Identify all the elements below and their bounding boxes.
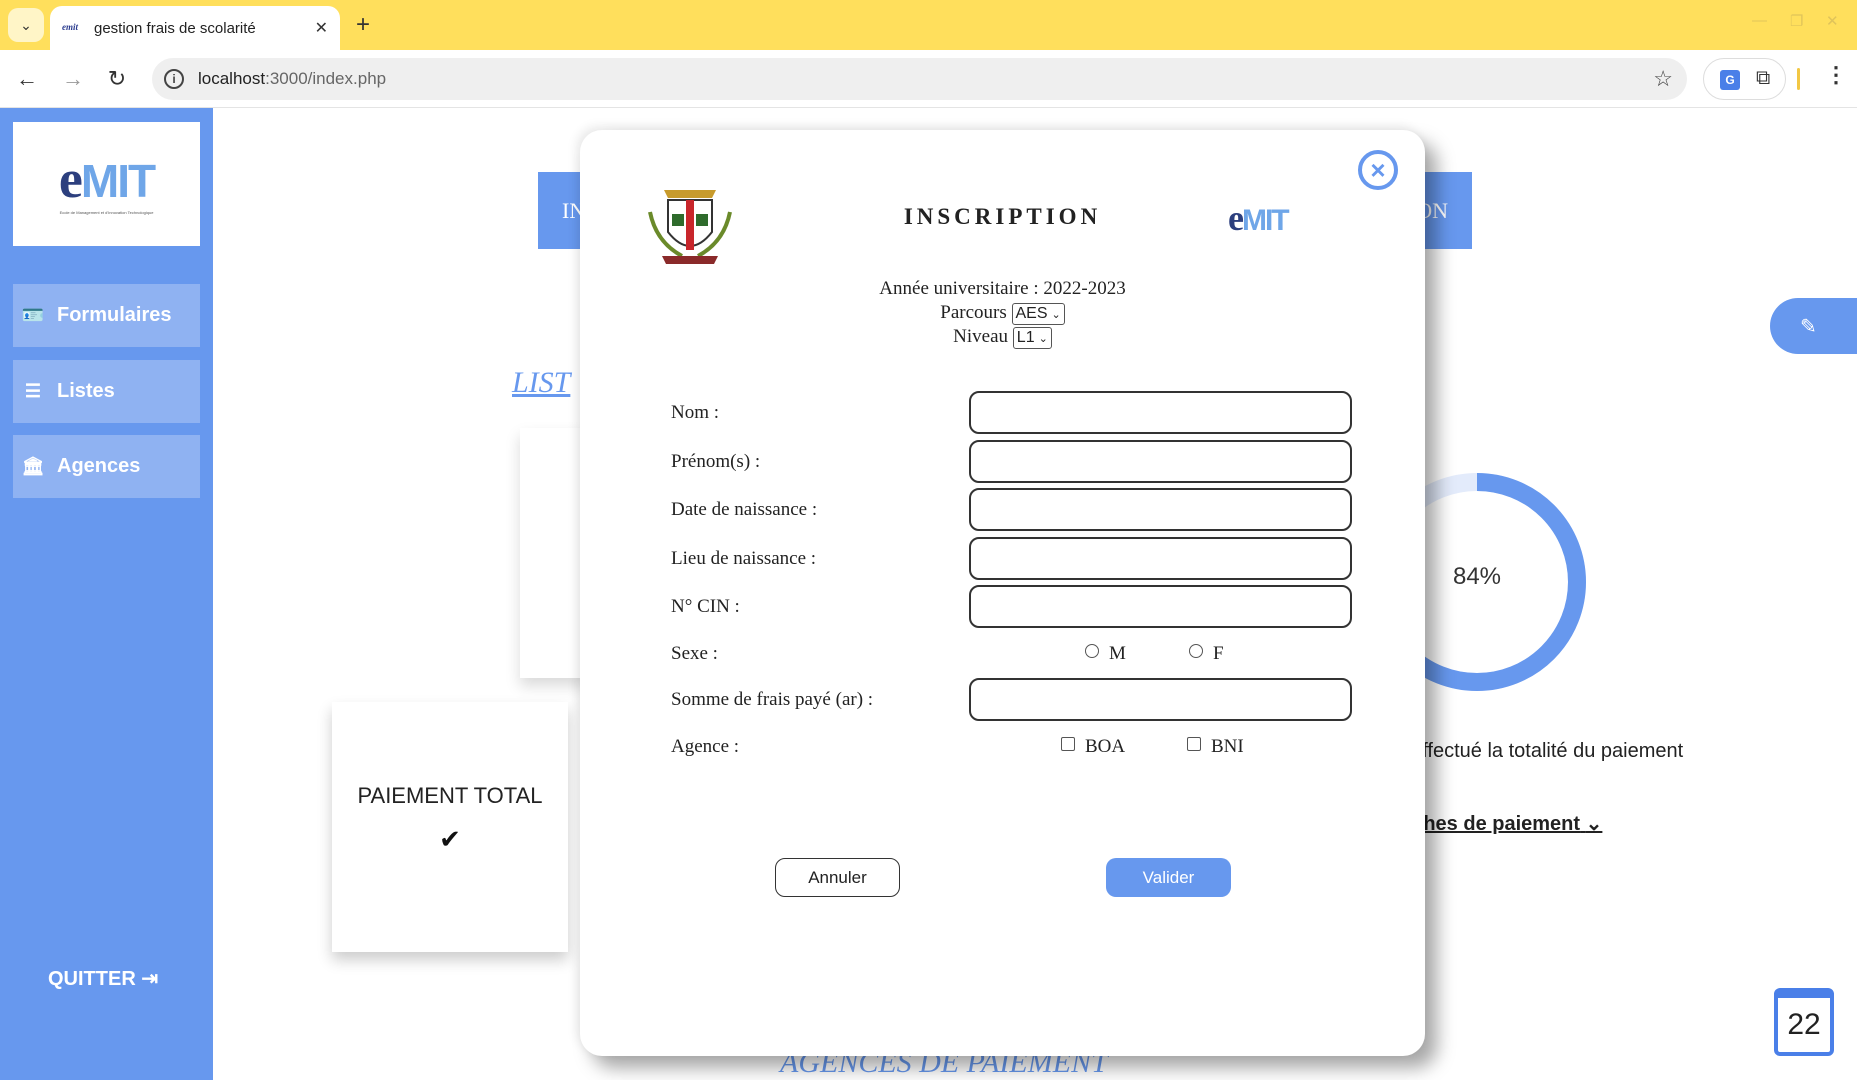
- submit-button[interactable]: Valider: [1106, 858, 1231, 897]
- quit-button[interactable]: QUITTER ⇥: [48, 966, 158, 991]
- nom-input[interactable]: [969, 391, 1352, 434]
- sexe-label: Sexe :: [671, 643, 718, 664]
- chevron-down-icon: ⌄: [1585, 813, 1603, 835]
- niveau-select[interactable]: L1 ⌄: [1012, 326, 1052, 349]
- minimize-icon[interactable]: —: [1752, 12, 1767, 29]
- pencil-icon: ✎: [1800, 315, 1817, 338]
- paiement-total-card[interactable]: PAIEMENT TOTAL ✔: [332, 702, 568, 952]
- browser-toolbar: ← → ↻ i localhost:3000/index.php ☆ G ⧉ ⋮: [0, 50, 1857, 108]
- agence-boa-checkbox[interactable]: BOA: [1061, 736, 1125, 758]
- url-text: localhost:3000/index.php: [198, 69, 387, 88]
- back-icon[interactable]: ←: [12, 64, 42, 94]
- reload-icon[interactable]: ↻: [102, 64, 132, 94]
- site-info-icon[interactable]: i: [164, 69, 184, 89]
- date-naissance-label: Date de naissance :: [671, 499, 818, 520]
- browser-menu-icon[interactable]: ⋮: [1825, 62, 1847, 88]
- payment-status-text: t effectué la totalité du paiement: [1400, 740, 1684, 762]
- id-card-icon: 🪪: [21, 305, 45, 325]
- close-icon[interactable]: ×: [1358, 150, 1398, 190]
- tab-title: gestion frais de scolarité: [94, 19, 256, 37]
- check-icon: ✔: [439, 824, 461, 854]
- prenom-label: Prénom(s) :: [671, 451, 761, 472]
- nom-label: Nom :: [671, 402, 720, 423]
- sidebar-item-agences[interactable]: 🏛 Agences: [13, 435, 200, 498]
- sidebar-item-formulaires[interactable]: 🪪 Formulaires: [13, 284, 200, 347]
- forward-icon[interactable]: →: [58, 64, 88, 94]
- somme-label: Somme de frais payé (ar) :: [671, 689, 874, 710]
- annee-universitaire: Année universitaire : 2022-2023: [879, 278, 1126, 299]
- cin-input[interactable]: [969, 585, 1352, 628]
- bank-icon: 🏛: [21, 456, 45, 476]
- agence-bni-checkbox[interactable]: BNI: [1187, 736, 1244, 758]
- emit-logo-small: eMIT: [1228, 198, 1290, 238]
- logout-icon: ⇥: [141, 968, 159, 990]
- extensions-puzzle-icon[interactable]: ⧉: [1756, 67, 1770, 90]
- chevron-down-icon: ⌄: [1038, 332, 1048, 345]
- parcours-select[interactable]: AES ⌄: [1011, 302, 1065, 325]
- inscription-modal: × INSCRIPTION eMIT Année universitaire :…: [580, 130, 1425, 1056]
- new-tab-button[interactable]: +: [356, 12, 370, 38]
- bookmark-star-icon[interactable]: ☆: [1653, 66, 1673, 92]
- sexe-m-radio[interactable]: M: [1085, 643, 1126, 665]
- niveau-row: Niveau L1 ⌄: [580, 326, 1425, 349]
- lieu-naissance-label: Lieu de naissance :: [671, 548, 817, 569]
- translate-extension-icon[interactable]: G: [1720, 70, 1740, 90]
- checkbox-icon: [1061, 737, 1075, 751]
- sidebar-item-listes[interactable]: ☰ Listes: [13, 360, 200, 423]
- browser-tab-bar: ⌄ emit gestion frais de scolarité ✕ + — …: [0, 0, 1857, 50]
- emit-logo: eMIT Ecole de Management et d'Innovation…: [13, 122, 200, 246]
- background-list-title: LIST: [512, 366, 571, 399]
- address-bar[interactable]: i localhost:3000/index.php ☆: [152, 58, 1687, 100]
- edit-fab-button[interactable]: ✎: [1770, 298, 1857, 354]
- tab-search-button[interactable]: ⌄: [8, 8, 44, 42]
- sidebar: eMIT Ecole de Management et d'Innovation…: [0, 108, 213, 1080]
- checkbox-icon: [1187, 737, 1201, 751]
- agence-label: Agence :: [671, 736, 740, 757]
- date-naissance-input[interactable]: [969, 488, 1352, 531]
- radio-icon: [1189, 644, 1203, 658]
- chevron-down-icon: ⌄: [1051, 308, 1061, 321]
- cancel-button[interactable]: Annuler: [775, 858, 900, 897]
- toolbar-separator: [1797, 68, 1800, 90]
- sexe-f-radio[interactable]: F: [1189, 643, 1224, 665]
- window-close-icon[interactable]: ✕: [1826, 12, 1839, 30]
- list-icon: ☰: [24, 381, 42, 401]
- extensions-group: G ⧉: [1703, 58, 1786, 100]
- cin-label: N° CIN :: [671, 596, 740, 617]
- radio-icon: [1085, 644, 1099, 658]
- restore-icon[interactable]: ❐: [1790, 12, 1803, 30]
- favicon-icon: emit: [62, 22, 78, 32]
- tab-close-icon[interactable]: ✕: [315, 18, 328, 38]
- parcours-row: Parcours AES ⌄: [580, 302, 1425, 325]
- calendar-icon[interactable]: 22: [1774, 988, 1834, 1056]
- prenom-input[interactable]: [969, 440, 1352, 483]
- browser-tab[interactable]: emit gestion frais de scolarité ✕: [50, 6, 340, 50]
- lieu-naissance-input[interactable]: [969, 537, 1352, 580]
- tranches-toggle[interactable]: nches de paiement ⌄: [1400, 811, 1602, 836]
- somme-input[interactable]: [969, 678, 1352, 721]
